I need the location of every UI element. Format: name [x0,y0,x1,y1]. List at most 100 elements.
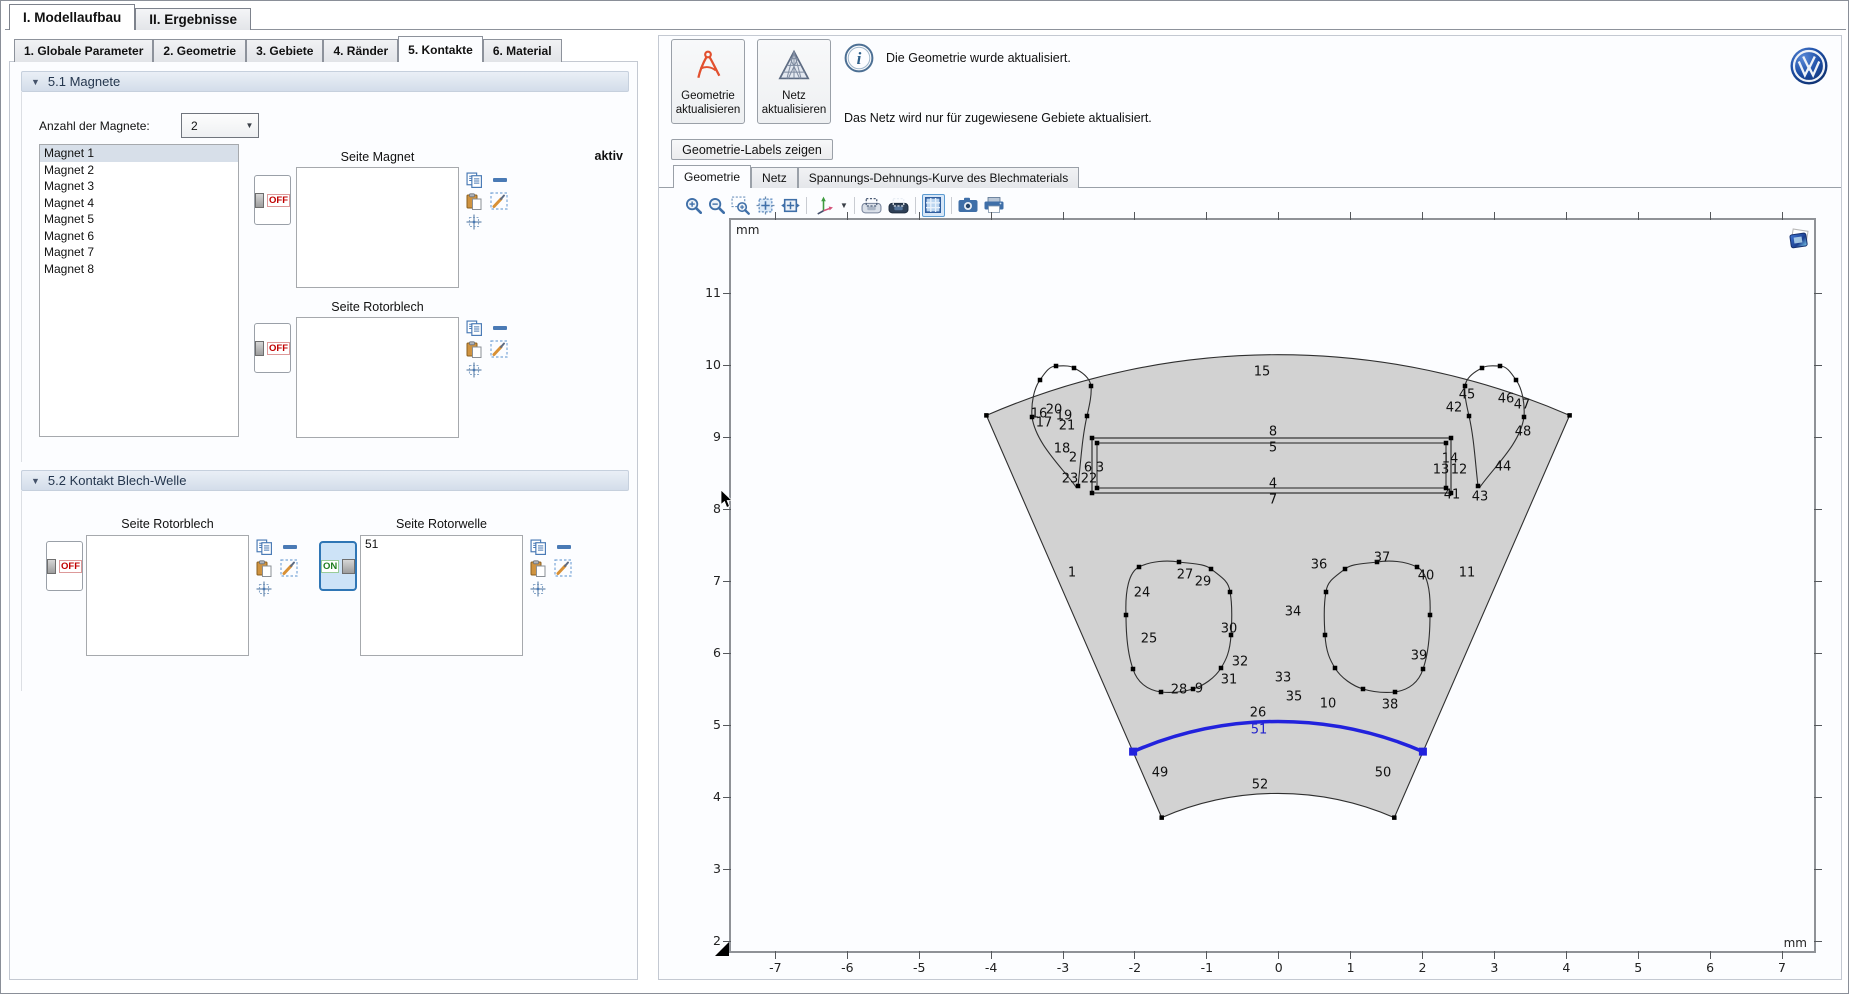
clear-selection-icon[interactable] [280,559,298,577]
tab-4-r-nder[interactable]: 4. Ränder [323,39,398,62]
zoom-to-selection-icon[interactable] [256,581,272,597]
zoom-box-icon[interactable] [731,196,750,215]
printer-icon[interactable] [984,197,1004,213]
s2-rotorwelle-toggle-button[interactable]: ON [319,541,357,591]
mesh-note-message: Das Netz wird nur für zugewiesene Gebiet… [844,111,1152,125]
tab-6-material[interactable]: 6. Material [483,39,562,62]
tab-5-kontakte[interactable]: 5. Kontakte [398,36,483,62]
section-header-kontakt-blech-welle[interactable]: ▼ 5.2 Kontakt Blech-Welle [21,470,629,491]
seite-rotorblech-toggle-button[interactable]: OFF [254,323,291,373]
edge-label-4: 4 [1269,477,1277,492]
s2-rotorblech-list[interactable] [86,535,249,656]
view-tab-netz[interactable]: Netz [751,167,798,188]
edge-label-39: 39 [1411,649,1428,664]
edge-label-31: 31 [1221,673,1238,688]
magnet-list-item[interactable]: Magnet 3 [40,178,238,195]
magnet-list-item[interactable]: Magnet 8 [40,261,238,278]
update-mesh-button[interactable]: Netz aktualisieren [757,39,831,124]
axis-tick [1063,212,1064,220]
edge-label-21: 21 [1059,419,1076,434]
y-tick-label: 3 [685,861,721,877]
magnet-list-item[interactable]: Magnet 2 [40,162,238,179]
axis-tick [723,437,731,438]
tab-ergebnisse[interactable]: II. Ergebnisse [135,8,251,30]
magnet-list-item[interactable]: Magnet 4 [40,195,238,212]
svg-text:i: i [857,49,862,68]
axis-tick [1814,437,1822,438]
axis-tick [1710,951,1711,959]
x-tick-label: 0 [1261,960,1297,975]
edge-label-5: 5 [1269,441,1277,456]
tab-modellaufbau[interactable]: I. Modellaufbau [9,4,135,30]
y-tick-label: 6 [685,645,721,661]
off-badge: OFF [267,194,290,207]
rotor-geometry-drawing: 1516201917211826323228547141312414342454… [731,220,1814,951]
copy-icon[interactable] [530,539,547,556]
show-grid-button[interactable] [922,194,945,217]
copy-icon[interactable] [466,172,483,189]
camera-icon[interactable] [958,197,978,213]
remove-icon[interactable] [492,176,508,184]
seite-magnet-list[interactable] [296,167,459,288]
axis-tick [1206,951,1207,959]
clear-selection-icon[interactable] [490,192,508,210]
tab-2-geometrie[interactable]: 2. Geometrie [153,39,246,62]
magnet-list[interactable]: Magnet 1Magnet 2Magnet 3Magnet 4Magnet 5… [39,144,239,437]
graphics-canvas[interactable]: 1516201917211826323228547141312414342454… [731,220,1814,951]
grid-icon [925,197,941,213]
zoom-to-selection-icon[interactable] [530,581,546,597]
view-tab-geometrie[interactable]: Geometrie [673,165,751,188]
remove-icon[interactable] [282,543,298,551]
anzahl-magnete-select[interactable]: 2 ▼ [181,113,259,138]
show-geometry-labels-button[interactable]: Geometrie-Labels zeigen [671,139,833,160]
view-dropdown-caret-icon[interactable]: ▼ [840,201,848,210]
plot-window-icon[interactable] [1787,227,1811,253]
magnet-list-item[interactable]: Magnet 1 [40,145,238,162]
application-window: I. Modellaufbau II. Ergebnisse 1. Global… [0,0,1849,994]
tab-3-gebiete[interactable]: 3. Gebiete [246,39,323,62]
magnet-list-item[interactable]: Magnet 5 [40,211,238,228]
view-tab-spannungs-dehnungs-kurve-des-blechmaterials[interactable]: Spannungs-Dehnungs-Kurve des Blechmateri… [798,167,1079,188]
s2-rotorblech-toggle-button[interactable]: OFF [46,541,83,591]
s2-rotorwelle-title: Seite Rotorwelle [360,517,523,531]
x-tick-label: 6 [1692,960,1728,975]
s2-rotorwelle-list[interactable]: 51 [360,535,523,656]
clear-selection-icon[interactable] [490,340,508,358]
edge-label-48: 48 [1515,425,1532,440]
snapshot-dark-icon[interactable] [888,197,909,214]
magnet-list-item[interactable]: Magnet 7 [40,244,238,261]
zoom-out-icon[interactable] [708,197,725,214]
edge-label-18: 18 [1054,442,1071,457]
axis-tick [847,951,848,959]
paste-icon[interactable] [466,341,482,358]
toolbar-separator [854,197,855,214]
seite-magnet-toggle-button[interactable]: OFF [254,175,291,225]
copy-icon[interactable] [466,320,483,337]
section-header-magnete[interactable]: ▼ 5.1 Magnete [21,71,629,92]
remove-icon[interactable] [556,543,572,551]
zoom-to-selection-icon[interactable] [466,214,482,230]
edge-label-26: 26 [1250,706,1267,721]
zoom-extents-icon[interactable] [781,196,800,215]
toggle-square-icon [342,559,355,574]
paste-icon[interactable] [256,560,272,577]
paste-icon[interactable] [466,193,482,210]
copy-icon[interactable] [256,539,273,556]
tab-1-globale-parameter[interactable]: 1. Globale Parameter [14,39,153,62]
rotorwelle-list-item[interactable]: 51 [361,536,522,553]
seite-rotorblech-list[interactable] [296,317,459,438]
zoom-to-selection-icon[interactable] [466,362,482,378]
clear-selection-icon[interactable] [554,559,572,577]
magnet-list-item[interactable]: Magnet 6 [40,228,238,245]
zoom-in-icon[interactable] [685,197,702,214]
remove-icon[interactable] [492,324,508,332]
edge-label-17: 17 [1036,416,1053,431]
zoom-selected-icon[interactable] [756,196,775,215]
paste-icon[interactable] [530,560,546,577]
snapshot-light-icon[interactable] [861,197,882,214]
update-geometry-button[interactable]: Geometrie aktualisieren [671,39,745,124]
x-tick-label: -3 [1045,960,1081,975]
axis-tick [1638,951,1639,959]
default-view-icon[interactable] [813,195,834,216]
graphics-toolbar: ▼ [685,193,1385,217]
